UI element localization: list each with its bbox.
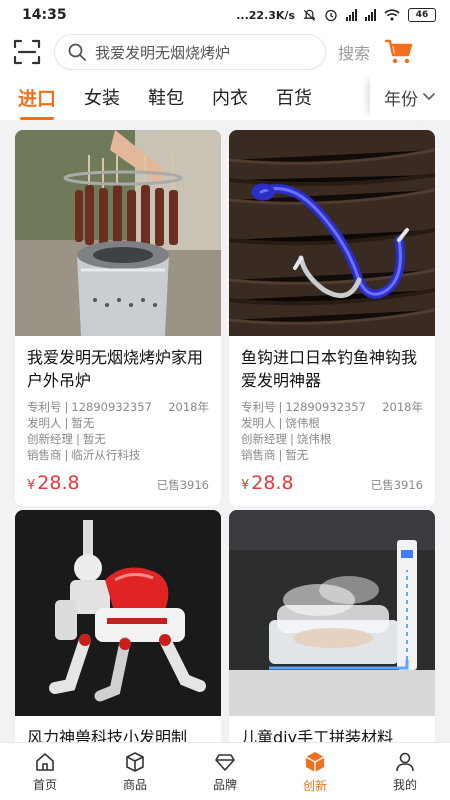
wifi-icon	[384, 9, 400, 21]
tab-profile[interactable]: 我的	[360, 743, 450, 800]
patent-label: 专利号	[241, 400, 276, 414]
sold-count: 已售3916	[156, 478, 209, 492]
tab-home-label: 首页	[32, 777, 57, 792]
search-header: 我爱发明无烟烧烤炉 搜索	[0, 30, 450, 74]
cart-icon[interactable]	[384, 37, 414, 67]
product-image-food-cabinet	[229, 510, 435, 716]
product-meta: 专利号 | 12890932357 2018年 发明人 | 暂无 创新经理 | 暂无 销售商 |…	[27, 400, 209, 462]
manager-value: 饶伟根	[296, 432, 332, 446]
tab-innovation[interactable]: 创新	[270, 743, 360, 800]
tab-bags[interactable]: 鞋包	[148, 84, 184, 110]
signal-icon	[346, 9, 357, 21]
scan-icon[interactable]	[12, 37, 42, 67]
product-grid: 我爱发明无烟烧烤炉家用户外吊炉 专利号 | 12890932357 2018年 发明人…	[15, 130, 435, 742]
product-card[interactable]: 鱼钩进口日本钓鱼神钩我爱发明神器 专利号 | 12890932357 2018年 发明…	[229, 130, 435, 506]
category-tabs: 进口 女装 鞋包 内衣 百货 年份	[0, 74, 450, 120]
user-icon	[396, 752, 414, 771]
bottom-tab-bar: 首页 商品 品牌 创新 我的	[0, 742, 450, 800]
year-filter[interactable]: 年份	[370, 74, 436, 120]
network-speed: ...22.3K/s	[236, 8, 295, 22]
manager-value: 暂无	[82, 432, 106, 446]
tab-products[interactable]: 商品	[90, 743, 180, 800]
product-price: 28.8	[251, 472, 294, 494]
status-icons: ...22.3K/s 46	[236, 8, 436, 22]
year-filter-label: 年份	[384, 89, 418, 110]
product-image-robot-toy	[15, 510, 221, 716]
seller-value: 暂无	[285, 448, 309, 462]
product-title: 鱼钩进口日本钓鱼神钩我爱发明神器	[241, 348, 418, 390]
box-icon	[126, 751, 144, 772]
inventor-label: 发明人	[27, 416, 62, 430]
product-card[interactable]: 我爱发明无烟烧烤炉家用户外吊炉 专利号 | 12890932357 2018年 发明人…	[15, 130, 221, 506]
product-image-fish-hook	[229, 130, 435, 336]
tab-general[interactable]: 百货	[276, 84, 312, 110]
tab-home[interactable]: 首页	[0, 743, 90, 800]
search-placeholder: 我爱发明无烟烧烤炉	[95, 43, 231, 62]
signal-icon-2	[365, 9, 376, 21]
patent-label: 专利号	[27, 400, 62, 414]
tab-innovation-label: 创新	[302, 778, 327, 793]
inventor-value: 饶伟根	[285, 416, 320, 430]
product-title: 我爱发明无烟烧烤炉家用户外吊炉	[27, 348, 204, 390]
product-title: 儿童diy手工拼装材料	[241, 728, 394, 742]
patent-year: 2018年	[382, 400, 423, 414]
patent-number: 12890932357	[71, 400, 152, 414]
search-icon	[68, 43, 86, 61]
search-input[interactable]: 我爱发明无烟烧烤炉	[54, 34, 326, 70]
tab-womens[interactable]: 女装	[84, 84, 120, 110]
price-row: ¥ 28.8 已售3916	[27, 472, 209, 494]
status-time: 14:35	[22, 7, 67, 23]
patent-number: 12890932357	[285, 400, 366, 414]
alarm-icon	[325, 9, 337, 22]
sold-count: 已售3916	[370, 478, 423, 492]
currency-symbol: ¥	[241, 478, 250, 493]
seller-value: 临沂从行科技	[71, 448, 141, 462]
currency-symbol: ¥	[27, 478, 36, 493]
bell-muted-icon	[303, 9, 316, 21]
search-button[interactable]: 搜索	[338, 40, 370, 64]
tab-products-label: 商品	[122, 777, 147, 792]
manager-label: 创新经理	[27, 432, 73, 446]
diamond-icon	[215, 753, 235, 771]
battery-icon: 46	[408, 8, 436, 22]
seller-label: 销售商	[241, 448, 276, 462]
home-icon	[36, 752, 54, 771]
tab-underwear[interactable]: 内衣	[212, 84, 248, 110]
price-row: ¥ 28.8 已售3916	[241, 472, 423, 494]
patent-year: 2018年	[168, 400, 209, 414]
product-meta: 专利号 | 12890932357 2018年 发明人 | 饶伟根 创新经理 | 饶伟根 销售…	[241, 400, 423, 462]
cube-icon	[305, 751, 325, 772]
status-bar: 14:35 ...22.3K/s 46	[0, 0, 450, 30]
chevron-down-icon	[423, 93, 435, 101]
product-image-bbq-grill	[15, 130, 221, 336]
product-card[interactable]: 风力神兽科技小发明制	[15, 510, 221, 742]
product-card[interactable]: 儿童diy手工拼装材料	[229, 510, 435, 742]
tab-brands-label: 品牌	[212, 777, 237, 792]
tab-brands[interactable]: 品牌	[180, 743, 270, 800]
manager-label: 创新经理	[241, 432, 287, 446]
inventor-label: 发明人	[241, 416, 276, 430]
inventor-value: 暂无	[71, 416, 95, 430]
tab-import[interactable]: 进口	[18, 84, 56, 120]
tab-profile-label: 我的	[392, 777, 417, 792]
seller-label: 销售商	[27, 448, 62, 462]
product-title: 风力神兽科技小发明制	[27, 728, 188, 742]
product-price: 28.8	[37, 472, 80, 494]
